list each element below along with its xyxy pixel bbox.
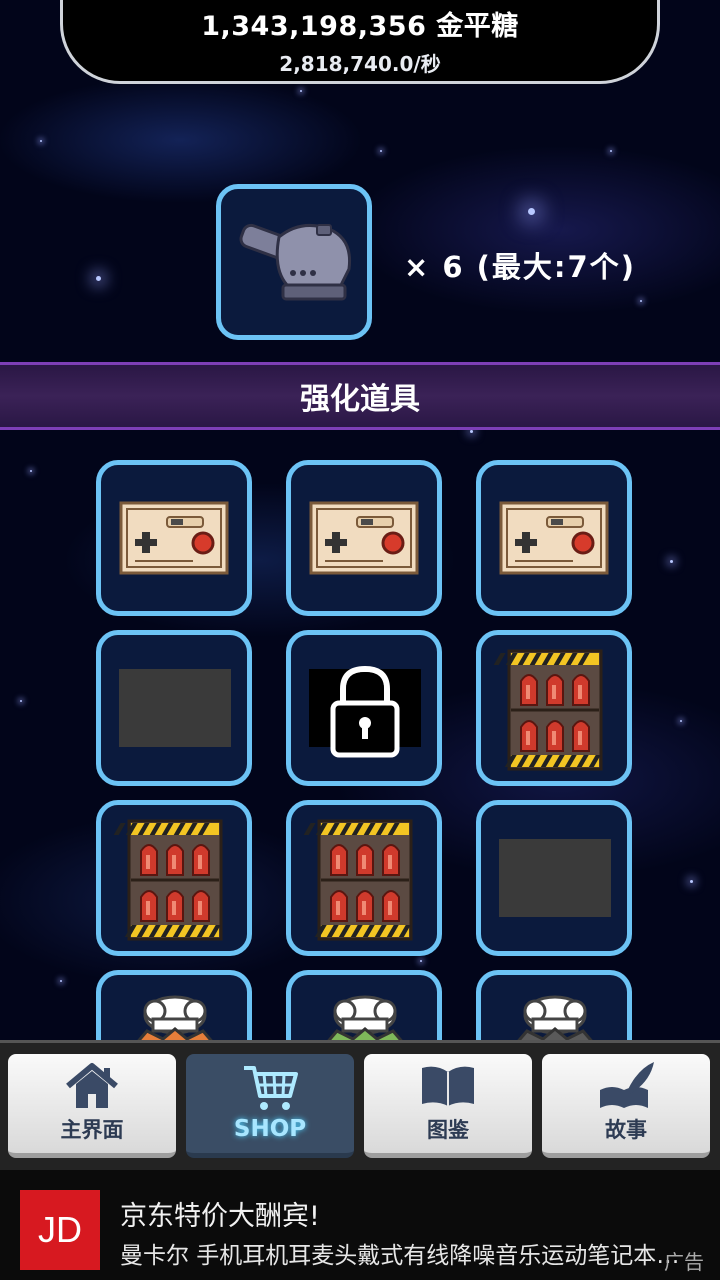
star (20, 700, 22, 702)
ad-label: 广告 (664, 1250, 704, 1274)
star (300, 90, 302, 92)
nav-encyclopedia-label: 图鉴 (427, 1118, 469, 1142)
upgrade-slot-8[interactable] (286, 800, 442, 956)
featured-item-slot[interactable] (216, 184, 372, 340)
featured-count: × 6 (最大:7个) (404, 250, 636, 284)
book-icon (422, 1066, 474, 1106)
nav-story-button[interactable]: 故事 (542, 1054, 710, 1158)
ammo-crate-icon (493, 649, 603, 771)
ammo-crate-icon (303, 819, 413, 941)
chef-monster-icon (517, 995, 593, 1040)
home-icon (66, 1063, 118, 1108)
upgrade-slot-2[interactable] (286, 460, 442, 616)
star (380, 150, 382, 152)
empty-slot (119, 669, 231, 747)
star (60, 980, 62, 982)
star (528, 208, 535, 215)
nav-shop-button[interactable]: SHOP (186, 1054, 354, 1158)
game-controller-icon (499, 501, 609, 575)
nav-story-label: 故事 (605, 1118, 647, 1142)
star (610, 150, 612, 152)
cannon-icon (239, 223, 352, 301)
upgrade-slot-6[interactable] (476, 630, 632, 786)
upgrade-slot-9[interactable] (476, 800, 632, 956)
star (470, 430, 473, 433)
nav-home-button[interactable]: 主界面 (8, 1054, 176, 1158)
currency-amount: 1,343,198,356 金平糖 (201, 11, 519, 42)
section-title: 强化道具 (300, 382, 420, 417)
upgrade-slot-12[interactable] (476, 970, 632, 1040)
nav-shop-label: SHOP (233, 1116, 307, 1142)
upgrade-slot-5[interactable] (286, 630, 442, 786)
star (96, 276, 101, 281)
ad-description[interactable]: 曼卡尔 手机耳机耳麦头戴式有线降噪音乐运动笔记本电脑 (120, 1236, 680, 1270)
lock-icon (309, 665, 421, 758)
upgrade-slot-3[interactable] (476, 460, 632, 616)
star (30, 470, 32, 472)
nav-home-label: 主界面 (60, 1118, 124, 1142)
upgrade-slot-11[interactable] (286, 970, 442, 1040)
chef-monster-icon (137, 995, 213, 1040)
ammo-crate-icon (113, 819, 223, 941)
upgrade-slot-1[interactable] (96, 460, 252, 616)
star (420, 960, 422, 962)
quill-book-icon (600, 1062, 654, 1108)
empty-slot (499, 839, 611, 917)
star (680, 720, 682, 722)
star (690, 880, 693, 883)
shopping-cart-icon (244, 1066, 298, 1110)
chef-monster-icon (327, 995, 403, 1040)
star (640, 300, 642, 302)
currency-rate: 2,818,740.0/秒 (279, 52, 441, 76)
upgrade-slot-7[interactable] (96, 800, 252, 956)
nav-encyclopedia-button[interactable]: 图鉴 (364, 1054, 532, 1158)
star (670, 560, 673, 563)
star (40, 140, 42, 142)
upgrade-slot-4[interactable] (96, 630, 252, 786)
game-controller-icon (119, 501, 229, 575)
ad-title[interactable]: 京东特价大酬宾! (120, 1194, 320, 1233)
jd-logo: JD (20, 1190, 100, 1270)
upgrade-slot-10[interactable] (96, 970, 252, 1040)
game-controller-icon (309, 501, 419, 575)
